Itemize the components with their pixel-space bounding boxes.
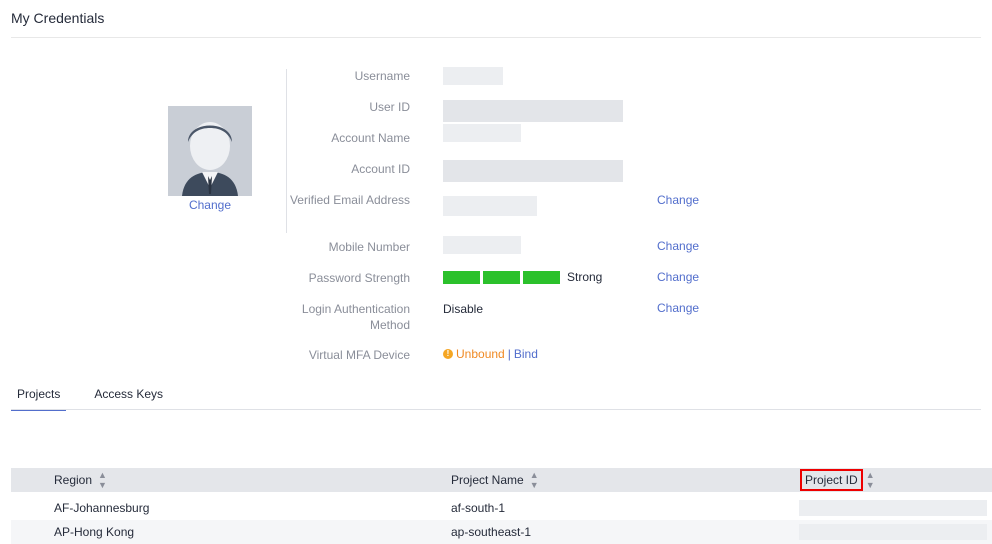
project-name-cell: af-south-1 [451, 501, 506, 515]
strength-bar-segment [443, 270, 480, 284]
login-auth-value: Disable [443, 302, 484, 316]
user-id-label: User ID [369, 100, 410, 114]
bind-mfa-link[interactable]: Bind [514, 347, 538, 361]
title-divider [11, 37, 981, 38]
username-value-redacted [443, 67, 503, 85]
change-password-link[interactable]: Change [657, 270, 699, 284]
project-name-header-label: Project Name [451, 473, 524, 487]
change-email-link[interactable]: Change [657, 193, 699, 207]
region-cell: AP-Hong Kong [54, 525, 135, 539]
sort-icon[interactable]: ▲ ▼ [98, 470, 107, 490]
account-id-value-redacted [443, 160, 623, 182]
page-title: My Credentials [11, 10, 105, 26]
account-name-value-redacted [443, 124, 521, 142]
email-value-redacted [443, 196, 537, 216]
change-avatar-link[interactable]: Change [168, 198, 252, 212]
password-strength-meter: Strong [443, 270, 602, 284]
change-mobile-link[interactable]: Change [657, 239, 699, 253]
tab-projects[interactable]: Projects [11, 387, 67, 411]
strength-bar-segment [523, 270, 560, 284]
project-id-cell-redacted [799, 524, 987, 540]
table-row: AF-Johannesburg af-south-1 [11, 496, 992, 520]
column-header-region[interactable]: Region ▲ ▼ [54, 468, 107, 492]
region-header-label: Region [54, 473, 93, 487]
login-auth-label: Login Authentication Method [301, 302, 410, 332]
table-row: AP-Hong Kong ap-southeast-1 [11, 520, 992, 544]
account-name-label: Account Name [331, 131, 410, 145]
account-id-label: Account ID [351, 162, 410, 176]
username-label: Username [354, 69, 410, 83]
sort-icon[interactable]: ▲ ▼ [530, 470, 539, 490]
avatar [168, 106, 252, 196]
mfa-separator: | [507, 347, 511, 361]
tabs-divider [11, 409, 981, 410]
project-id-header-label: Project ID [800, 469, 863, 491]
user-avatar-icon [168, 106, 252, 196]
mfa-status: ! Unbound | Bind [443, 347, 538, 361]
column-header-project-id[interactable]: Project ID ▲ ▼ [800, 468, 875, 492]
sort-icon[interactable]: ▲ ▼ [866, 470, 875, 490]
warning-icon: ! [443, 349, 453, 359]
tab-access-keys[interactable]: Access Keys [88, 387, 169, 411]
password-strength-label: Password Strength [308, 271, 410, 285]
strength-bar-segment [483, 270, 520, 284]
user-id-value-redacted [443, 100, 623, 122]
mobile-number-label: Mobile Number [328, 240, 410, 254]
project-name-cell: ap-southeast-1 [451, 525, 532, 539]
profile-divider [286, 69, 287, 233]
column-header-project-name[interactable]: Project Name ▲ ▼ [451, 468, 539, 492]
password-strength-value: Strong [567, 270, 603, 284]
tab-bar: Projects Access Keys [11, 387, 191, 411]
virtual-mfa-label: Virtual MFA Device [308, 348, 410, 362]
change-login-auth-link[interactable]: Change [657, 301, 699, 315]
mfa-unbound-status: Unbound [456, 347, 505, 361]
mobile-value-redacted [443, 236, 521, 254]
project-id-cell-redacted [799, 500, 987, 516]
verified-email-label: Verified Email Address [289, 193, 410, 207]
region-cell: AF-Johannesburg [54, 501, 150, 515]
table-header: Region ▲ ▼ Project Name ▲ ▼ Project ID ▲ ▼ [11, 468, 992, 492]
